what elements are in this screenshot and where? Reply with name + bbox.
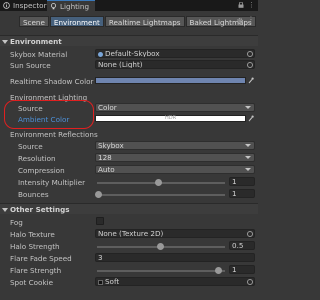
bounces-label: Bounces	[18, 190, 49, 199]
chevron-down-icon	[245, 144, 251, 147]
chevron-down-icon	[245, 168, 251, 171]
environment-reflections-label: Environment Reflections	[10, 130, 98, 139]
flare-strength-label: Flare Strength	[10, 266, 62, 275]
skybox-material-value: Default-Skybox	[105, 49, 160, 58]
environment-header-label: Environment	[10, 37, 62, 46]
realtime-shadow-color-label: Realtime Shadow Color	[10, 77, 94, 86]
sun-source-value: None (Light)	[98, 60, 143, 69]
compression-label: Compression	[18, 166, 65, 175]
more-options-icon[interactable]: ⋮	[247, 15, 255, 24]
bounces-slider-track[interactable]	[97, 194, 225, 196]
bounces-slider-handle[interactable]	[95, 191, 102, 198]
reflection-source-dropdown[interactable]: Skybox	[95, 141, 255, 150]
intensity-multiplier-label: Intensity Multiplier	[18, 178, 86, 187]
lighting-source-value: Color	[98, 103, 117, 112]
eyedropper-icon[interactable]	[248, 115, 254, 122]
skybox-material-label: Skybox Material	[10, 50, 68, 59]
halo-texture-field[interactable]: None (Texture 2D)	[95, 229, 255, 238]
tab-lighting-label: Lighting	[60, 2, 90, 11]
resolution-dropdown[interactable]: 128	[95, 153, 255, 162]
bounces-field[interactable]: 1	[229, 189, 255, 198]
fog-label: Fog	[10, 218, 23, 227]
compression-value: Auto	[98, 165, 115, 174]
halo-strength-label: Halo Strength	[10, 242, 60, 251]
object-picker-icon[interactable]	[247, 279, 253, 285]
window-menu-icon[interactable]: ⋮	[248, 1, 256, 9]
ambient-color-swatch[interactable]: HDR	[95, 115, 246, 122]
reflection-source-value: Skybox	[98, 141, 124, 150]
sun-source-label: Sun Source	[10, 61, 51, 70]
reflection-source-label: Source	[18, 142, 43, 151]
info-icon	[3, 2, 10, 9]
object-picker-icon[interactable]	[247, 62, 253, 68]
environment-section-header[interactable]: Environment	[0, 35, 258, 46]
subtab-realtime-lightmaps[interactable]: Realtime Lightmaps	[104, 16, 185, 27]
eyedropper-icon[interactable]	[248, 77, 254, 84]
resolution-value: 128	[98, 153, 112, 162]
chevron-down-icon	[245, 106, 251, 109]
skybox-material-field[interactable]: Default-Skybox	[95, 49, 255, 58]
object-picker-icon[interactable]	[247, 231, 253, 237]
flare-strength-slider-track[interactable]	[97, 270, 225, 272]
other-settings-section-header[interactable]: Other Settings	[0, 203, 258, 214]
flare-fade-speed-field[interactable]: 3	[95, 253, 255, 262]
texture-icon	[98, 279, 103, 285]
halo-texture-label: Halo Texture	[10, 230, 55, 239]
gear-icon[interactable]	[236, 17, 244, 25]
spot-cookie-field[interactable]: Soft	[95, 277, 255, 286]
flare-fade-speed-label: Flare Fade Speed	[10, 254, 72, 263]
flare-strength-slider-handle[interactable]	[215, 267, 222, 274]
compression-dropdown[interactable]: Auto	[95, 165, 255, 174]
subtab-environment[interactable]: Environment	[49, 16, 104, 27]
lighting-source-dropdown[interactable]: Color	[95, 103, 255, 112]
tab-inspector-label: Inspector	[13, 1, 47, 10]
tab-lighting[interactable]: Lighting	[47, 0, 95, 11]
lightbulb-icon	[51, 3, 56, 10]
chevron-down-icon	[245, 156, 251, 159]
subtab-scene[interactable]: Scene	[19, 16, 49, 27]
object-picker-icon[interactable]	[247, 51, 253, 57]
collapse-triangle-icon	[2, 208, 8, 212]
halo-texture-value: None (Texture 2D)	[98, 229, 164, 238]
other-settings-header-label: Other Settings	[10, 205, 70, 214]
window-tab-bar: Inspector Lighting ⋮	[0, 0, 258, 11]
lock-icon[interactable]	[238, 2, 244, 8]
highlight-annotation	[4, 100, 94, 129]
lighting-subtabs: Scene Environment Realtime Lightmaps Bak…	[19, 16, 257, 27]
resolution-label: Resolution	[18, 154, 56, 163]
collapse-triangle-icon	[2, 40, 8, 44]
hdr-badge: HDR	[164, 115, 177, 121]
sun-source-field[interactable]: None (Light)	[95, 60, 255, 69]
intensity-slider-handle[interactable]	[155, 179, 162, 186]
material-icon	[98, 51, 103, 57]
tab-inspector[interactable]: Inspector	[0, 0, 47, 11]
intensity-multiplier-field[interactable]: 1	[229, 177, 255, 186]
spot-cookie-value: Soft	[105, 277, 120, 286]
halo-strength-field[interactable]: 0.5	[229, 241, 255, 250]
halo-strength-slider-handle[interactable]	[157, 243, 164, 250]
realtime-shadow-color-swatch[interactable]	[95, 77, 246, 84]
fog-checkbox[interactable]	[96, 217, 104, 225]
spot-cookie-label: Spot Cookie	[10, 278, 54, 287]
flare-strength-field[interactable]: 1	[229, 265, 255, 274]
subtab-baked-lightmaps[interactable]: Baked Lightmaps	[185, 16, 256, 27]
